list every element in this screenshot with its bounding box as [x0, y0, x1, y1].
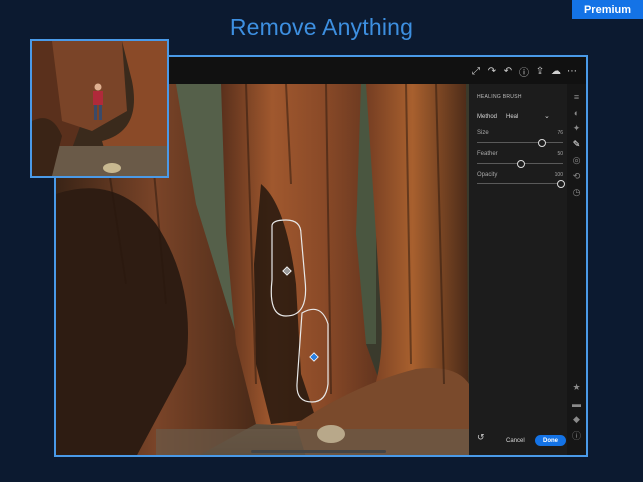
healing-brush-icon[interactable]: ✎: [569, 138, 584, 151]
method-select[interactable]: Heal: [506, 114, 518, 120]
share-icon[interactable]: ⇪: [532, 63, 548, 79]
masking-icon[interactable]: ◎: [569, 154, 584, 167]
history-icon[interactable]: ◷: [569, 186, 584, 199]
tool-rail: ≡ ◐ ✦ ✎ ◎ ⟲ ◷ ★ ▬ ◆ ⓘ: [567, 84, 586, 455]
size-slider[interactable]: [477, 139, 563, 147]
cloud-icon[interactable]: ☁: [548, 63, 564, 79]
home-indicator: [251, 450, 386, 453]
undo-icon[interactable]: ↶: [500, 63, 516, 79]
size-label: Size: [477, 130, 489, 136]
healing-brush-panel: HEALING BRUSH Method Heal ⌄ Size 76 Feat…: [469, 84, 569, 455]
info-icon[interactable]: ⓘ: [569, 429, 584, 442]
done-button[interactable]: Done: [535, 435, 566, 446]
opacity-value: 100: [554, 172, 563, 178]
size-value: 76: [557, 130, 563, 136]
more-icon[interactable]: ⋯: [564, 63, 580, 79]
opacity-slider-thumb[interactable]: [557, 180, 565, 188]
feather-value: 50: [557, 151, 563, 157]
headline: Remove Anything: [229, 14, 414, 40]
feather-slider[interactable]: [477, 160, 563, 168]
method-label: Method: [477, 114, 498, 120]
chevron-down-icon[interactable]: ⌄: [544, 112, 550, 120]
auto-icon[interactable]: ✦: [569, 122, 584, 135]
redo-icon[interactable]: ↷: [484, 63, 500, 79]
cancel-button[interactable]: Cancel: [506, 438, 525, 444]
sliders-icon[interactable]: ≡: [569, 90, 584, 103]
presets-icon[interactable]: ◐: [569, 106, 584, 119]
before-thumbnail: [30, 39, 169, 178]
feather-label: Feather: [477, 151, 498, 157]
opacity-label: Opacity: [477, 172, 498, 178]
opacity-slider[interactable]: [477, 180, 565, 188]
size-slider-thumb[interactable]: [537, 139, 546, 147]
before-photo: [32, 41, 167, 176]
expand-icon[interactable]: ⤢: [468, 63, 484, 79]
crop-icon[interactable]: ⟲: [569, 170, 584, 183]
tag-icon[interactable]: ◆: [569, 413, 584, 426]
star-icon[interactable]: ★: [569, 381, 584, 394]
help-icon[interactable]: ⓘ: [516, 63, 532, 79]
feather-slider-thumb[interactable]: [517, 160, 525, 168]
reset-icon[interactable]: ↺: [477, 432, 485, 443]
comment-icon[interactable]: ▬: [569, 397, 584, 410]
panel-title: HEALING BRUSH: [477, 94, 522, 100]
